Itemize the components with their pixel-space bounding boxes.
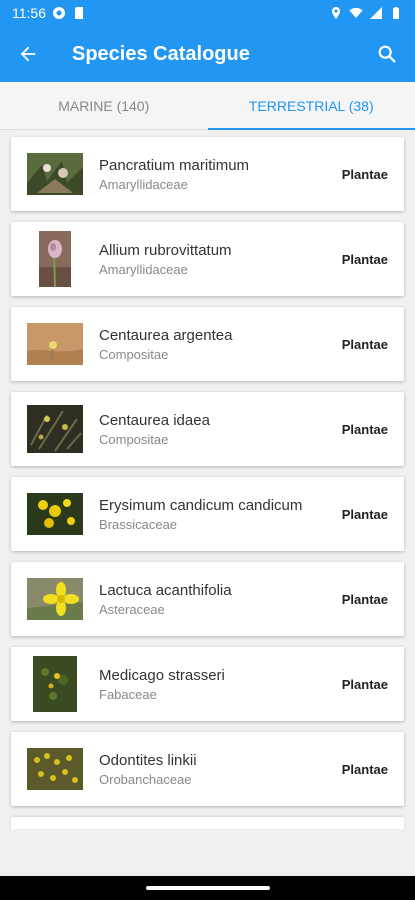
tab-terrestrial[interactable]: TERRESTRIAL (38) [207,82,415,130]
species-name: Lactuca acanthifolia [99,581,232,599]
species-kingdom: Plantae [341,251,388,267]
settings-notification-icon [53,7,65,19]
species-family: Compositae [99,346,169,362]
species-family: Brassicaceae [99,516,178,532]
species-name: Centaurea idaea [99,411,210,429]
species-card-odontites-linkii[interactable]: Odontites linkii Orobanchaceae Plantae [11,732,404,806]
home-gesture-handle[interactable] [145,886,270,890]
species-thumbnail [33,656,77,712]
species-card-lactuca-acanthifolia[interactable]: Lactuca acanthifolia Asteraceae Plantae [11,562,404,636]
app-bar: Species Catalogue [0,26,415,82]
page-title: Species Catalogue [72,42,250,65]
species-card-pancratium-maritimum[interactable]: Pancratium maritimum Amaryllidaceae Plan… [11,137,404,211]
species-thumbnail [27,323,83,365]
species-family: Orobanchaceae [99,771,192,787]
tab-marine-label: MARINE (140) [58,97,150,114]
status-bar: 11:56 [0,0,415,26]
species-family: Amaryllidaceae [99,261,188,277]
species-card-centaurea-idaea[interactable]: Centaurea idaea Compositae Plantae [11,392,404,466]
battery-icon [393,7,399,19]
species-card-erysimum-candicum-candicum[interactable]: Erysimum candicum candicum Brassicaceae … [11,477,404,551]
species-list-container[interactable]: Pancratium maritimum Amaryllidaceae Plan… [0,130,415,876]
species-list: Pancratium maritimum Amaryllidaceae Plan… [0,130,415,829]
location-icon [332,7,340,19]
tab-terrestrial-label: TERRESTRIAL (38) [248,97,374,114]
species-card-centaurea-argentea[interactable]: Centaurea argentea Compositae Plantae [11,307,404,381]
signal-icon [370,7,382,19]
tab-marine[interactable]: MARINE (140) [0,82,208,129]
species-family: Fabaceae [99,686,157,702]
species-card-allium-rubrovittatum[interactable]: Allium rubrovittatum Amaryllidaceae Plan… [11,222,404,296]
species-thumbnail [27,153,83,195]
species-kingdom: Plantae [341,506,388,522]
species-family: Compositae [99,431,169,447]
species-family: Amaryllidaceae [99,176,188,192]
species-kingdom: Plantae [341,761,388,777]
species-thumbnail [27,493,83,535]
search-icon [378,45,396,63]
species-kingdom: Plantae [341,676,388,692]
species-kingdom: Plantae [341,421,388,437]
species-kingdom: Plantae [341,336,388,352]
status-time: 11:56 [12,5,46,21]
arrow-back-icon [20,46,36,62]
species-card-partial[interactable] [11,817,404,829]
species-name: Erysimum candicum candicum [99,496,303,514]
search-button[interactable] [359,26,415,82]
species-thumbnail [39,231,71,287]
species-kingdom: Plantae [341,591,388,607]
species-card-medicago-strasseri[interactable]: Medicago strasseri Fabaceae Plantae [11,647,404,721]
species-thumbnail [27,578,83,620]
species-name: Centaurea argentea [99,326,233,344]
sd-card-icon [75,7,83,19]
species-thumbnail [27,405,83,453]
navigation-bar [0,876,415,900]
species-thumbnail [27,748,83,790]
species-name: Pancratium maritimum [99,156,250,174]
wifi-icon [349,7,363,18]
species-family: Asteraceae [99,601,165,617]
species-name: Odontites linkii [99,751,197,769]
tab-bar: MARINE (140) TERRESTRIAL (38) [0,82,415,130]
species-kingdom: Plantae [341,166,388,182]
species-name: Allium rubrovittatum [99,241,232,259]
back-button[interactable] [0,26,56,82]
species-name: Medicago strasseri [99,666,225,684]
